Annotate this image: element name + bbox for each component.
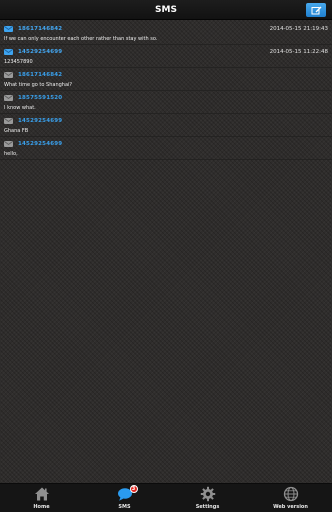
read-envelope-icon bbox=[4, 141, 13, 147]
read-envelope-icon bbox=[4, 95, 13, 101]
gear-icon bbox=[200, 486, 216, 502]
message-row[interactable]: 18617146842 What time go to Shanghai? bbox=[0, 68, 332, 91]
message-row[interactable]: 18575591520 I know what. bbox=[0, 91, 332, 114]
message-body: What time go to Shanghai? bbox=[4, 82, 73, 88]
message-body: Ghana FB bbox=[4, 128, 29, 134]
app-window: SMS 18617146842 2014-05-15 21:19:43 If w… bbox=[0, 0, 332, 512]
tab-web-version[interactable]: Web version bbox=[249, 484, 332, 512]
home-icon bbox=[34, 486, 50, 502]
message-row[interactable]: 14529254699 2014-05-15 11:22:48 12345789… bbox=[0, 45, 332, 68]
message-row[interactable]: 14529254699 Ghana FB bbox=[0, 114, 332, 137]
message-time: 2014-05-15 11:22:48 bbox=[269, 49, 328, 55]
sender-number: 18617146842 bbox=[18, 72, 63, 78]
message-body: 123457890 bbox=[4, 59, 33, 65]
chat-bubble-icon: 3 bbox=[117, 485, 138, 502]
page-title: SMS bbox=[155, 5, 177, 15]
message-row[interactable]: 14529254699 hello, bbox=[0, 137, 332, 160]
unread-envelope-icon bbox=[4, 49, 13, 55]
compose-icon bbox=[311, 6, 321, 14]
sender-number: 14529254699 bbox=[18, 141, 63, 147]
compose-button[interactable] bbox=[306, 3, 326, 17]
tab-sms[interactable]: 3 SMS bbox=[83, 484, 166, 512]
message-list: 18617146842 2014-05-15 21:19:43 If we ca… bbox=[0, 22, 332, 160]
sender-number: 14529254699 bbox=[18, 118, 63, 124]
tab-settings[interactable]: Settings bbox=[166, 484, 249, 512]
tab-home[interactable]: Home bbox=[0, 484, 83, 512]
bottom-tab-bar: Home 3 SMS Settings Web version bbox=[0, 483, 332, 512]
message-body: hello, bbox=[4, 151, 18, 157]
tab-label: Web version bbox=[273, 504, 308, 510]
read-envelope-icon bbox=[4, 118, 13, 124]
globe-icon bbox=[283, 486, 299, 502]
message-time: 2014-05-15 21:19:43 bbox=[269, 26, 328, 32]
tab-label: Home bbox=[33, 504, 50, 510]
tab-label: SMS bbox=[118, 504, 131, 510]
message-row[interactable]: 18617146842 2014-05-15 21:19:43 If we ca… bbox=[0, 22, 332, 45]
read-envelope-icon bbox=[4, 72, 13, 78]
message-body: If we can only encounter each other rath… bbox=[4, 36, 158, 42]
sender-number: 18575591520 bbox=[18, 95, 63, 101]
message-body: I know what. bbox=[4, 105, 36, 111]
sender-number: 18617146842 bbox=[18, 26, 63, 32]
title-bar: SMS bbox=[0, 0, 332, 20]
tab-label: Settings bbox=[195, 504, 220, 510]
unread-envelope-icon bbox=[4, 26, 13, 32]
unread-count-badge: 3 bbox=[129, 485, 138, 493]
sender-number: 14529254699 bbox=[18, 49, 63, 55]
